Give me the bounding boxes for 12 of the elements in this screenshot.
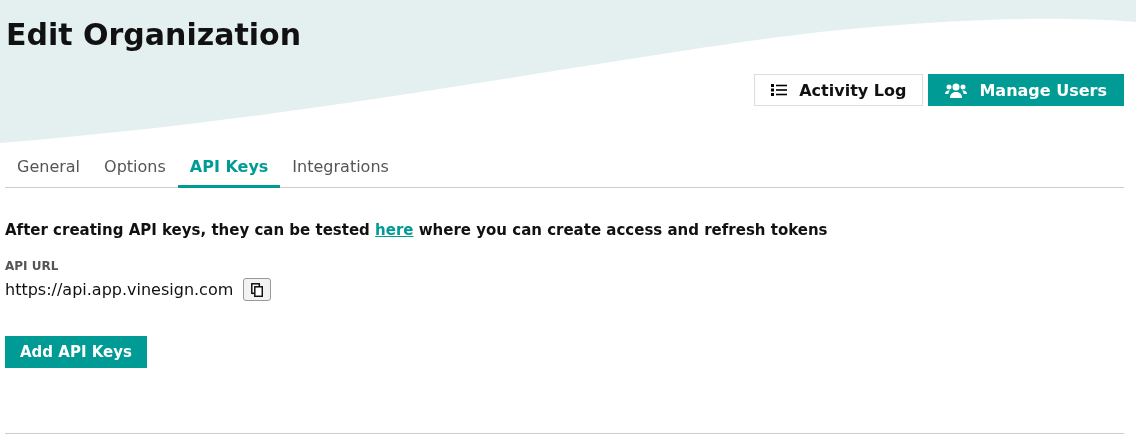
copy-button[interactable] xyxy=(243,278,272,301)
activity-log-button[interactable]: Activity Log xyxy=(754,74,924,106)
users-icon xyxy=(945,82,968,98)
tab[interactable]: General xyxy=(5,147,93,188)
intro-text: After creating API keys, they can be tested here where you can create access and refresh tokens xyxy=(5,221,829,239)
tab[interactable]: Options xyxy=(92,147,178,188)
copy-icon xyxy=(251,282,264,297)
api-url: https://api.app.vinesign.com xyxy=(5,280,234,299)
field-label: API URL xyxy=(5,259,60,273)
tab[interactable]: Integrations xyxy=(280,147,401,188)
list-icon xyxy=(771,83,788,97)
page-title: Edit Organization xyxy=(5,16,301,52)
